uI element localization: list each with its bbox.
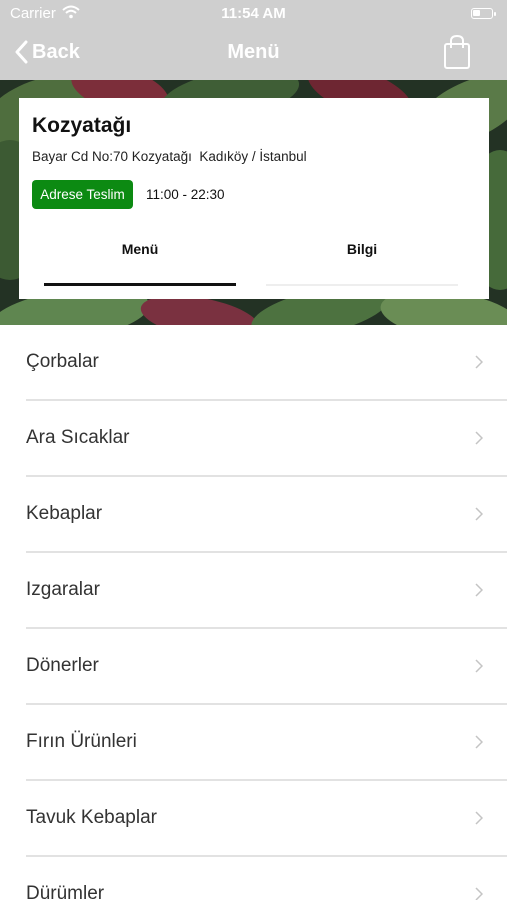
category-row[interactable]: Izgaralar <box>0 553 507 629</box>
category-label: Ara Sıcaklar <box>26 427 130 448</box>
tab-info-underline <box>266 284 458 286</box>
chevron-right-icon <box>475 659 483 673</box>
restaurant-info-card: Kozyatağı Bayar Cd No:70 Kozyatağı Kadık… <box>19 98 489 299</box>
top-bar: Carrier 11:54 AM Back Menü <box>0 0 507 80</box>
opening-hours: 11:00 - 22:30 <box>146 187 225 202</box>
category-row[interactable]: Ara Sıcaklar <box>0 401 507 477</box>
category-row[interactable]: Kebaplar <box>0 477 507 553</box>
category-label: Izgaralar <box>26 579 100 600</box>
tab-info[interactable]: Bilgi <box>266 241 458 257</box>
category-label: Dürümler <box>26 883 105 900</box>
chevron-right-icon <box>475 887 483 900</box>
category-row[interactable]: Fırın Ürünleri <box>0 705 507 781</box>
battery-icon <box>471 8 496 19</box>
category-row[interactable]: Tavuk Kebaplar <box>0 781 507 857</box>
category-row[interactable]: Dönerler <box>0 629 507 705</box>
navigation-bar: Back Menü <box>0 28 507 80</box>
category-label: Dönerler <box>26 655 99 676</box>
restaurant-name: Kozyatağı <box>32 114 132 137</box>
category-label: Çorbalar <box>26 351 99 372</box>
chevron-right-icon <box>475 735 483 749</box>
chevron-right-icon <box>475 355 483 369</box>
chevron-right-icon <box>475 811 483 825</box>
category-label: Kebaplar <box>26 503 103 524</box>
tab-menu[interactable]: Menü <box>44 241 236 257</box>
category-label: Fırın Ürünleri <box>26 731 137 752</box>
status-bar: Carrier 11:54 AM <box>0 0 507 28</box>
tab-menu-underline <box>44 283 236 286</box>
restaurant-address: Bayar Cd No:70 Kozyatağı Kadıköy / İstan… <box>32 149 307 164</box>
delivery-badge: Adrese Teslim <box>32 180 133 209</box>
category-row[interactable]: Dürümler <box>0 857 507 900</box>
status-time: 11:54 AM <box>221 5 286 22</box>
chevron-right-icon <box>475 431 483 445</box>
chevron-right-icon <box>475 507 483 521</box>
category-label: Tavuk Kebaplar <box>26 807 157 828</box>
category-row[interactable]: Çorbalar <box>0 325 507 401</box>
page-title: Menü <box>227 41 280 63</box>
category-list: Çorbalar Ara Sıcaklar Kebaplar Izgaralar… <box>0 325 507 900</box>
chevron-right-icon <box>475 583 483 597</box>
shopping-bag-icon[interactable] <box>443 34 471 75</box>
